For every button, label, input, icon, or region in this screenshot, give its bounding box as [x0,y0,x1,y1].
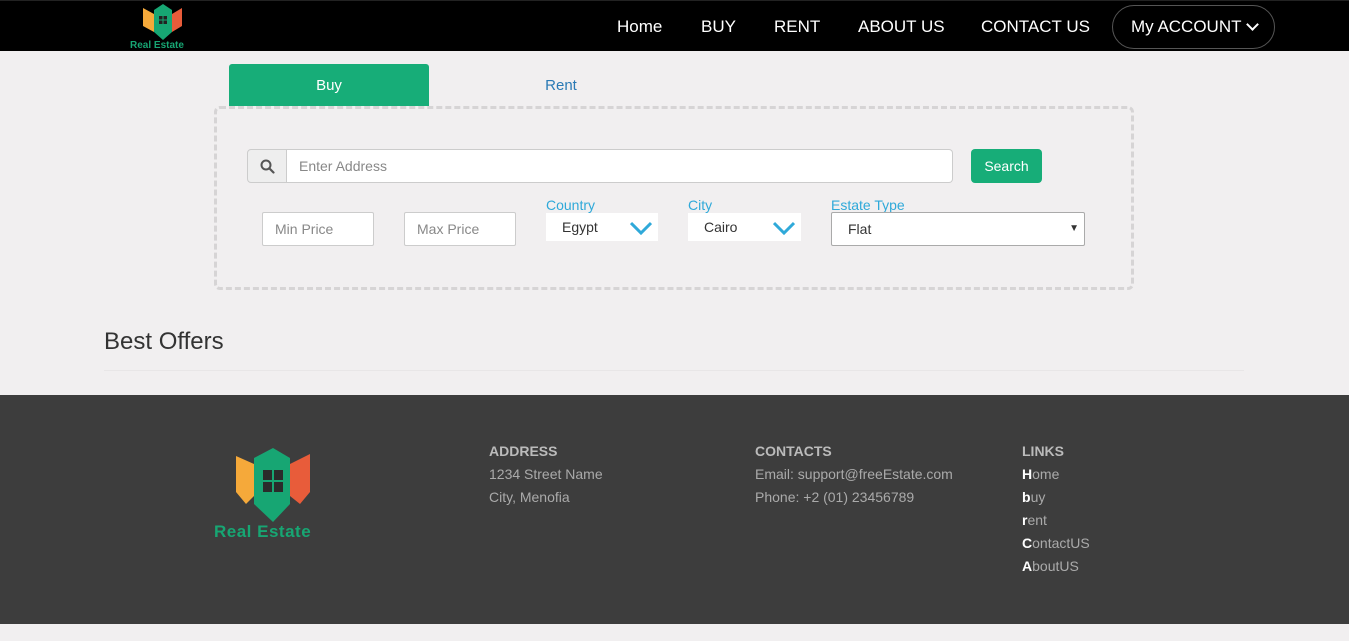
address-search-group [247,149,953,183]
nav-link-contact-us[interactable]: CONTACT US [981,17,1090,37]
estate-type-select[interactable]: Flat ▼ [831,212,1085,246]
search-panel [214,106,1134,290]
chevron-down-icon [773,221,795,235]
links-heading: LINKS [1022,443,1064,459]
caret-down-icon: ▼ [1069,223,1079,234]
contact-email: Email: support@freeEstate.com [755,466,953,482]
my-account-label: My ACCOUNT [1131,17,1242,36]
contact-phone: Phone: +2 (01) 23456789 [755,489,915,505]
footer-link-rent[interactable]: rent [1022,512,1047,528]
country-label: Country [546,197,596,213]
estate-type-label: Estate Type [831,197,905,213]
address-search-input[interactable] [287,149,953,183]
footer [0,395,1349,624]
address-line-1: 1234 Street Name [489,466,603,482]
address-heading: ADDRESS [489,443,558,459]
footer-link-home[interactable]: Home [1022,466,1059,482]
city-select[interactable]: Cairo [688,213,801,241]
tab-rent[interactable]: Rent [461,64,661,106]
min-price-input[interactable] [262,212,374,246]
chevron-down-icon [630,221,652,235]
footer-link-buy[interactable]: buy [1022,489,1045,505]
nav-link-rent[interactable]: RENT [774,17,820,37]
nav-link-home[interactable]: Home [617,17,662,37]
nav-link-about-us[interactable]: ABOUT US [858,17,945,37]
search-icon [247,149,287,183]
country-value: Egypt [562,219,598,235]
tab-buy[interactable]: Buy [229,64,429,106]
country-select[interactable]: Egypt [546,213,658,241]
footer-logo-text: Real Estate [214,522,312,541]
footer-link-contact-us[interactable]: ContactUS [1022,535,1090,551]
footer-link-about-us[interactable]: AboutUS [1022,558,1079,574]
logo-text: Real Estate [130,40,184,51]
nav-link-buy[interactable]: BUY [701,17,736,37]
contacts-heading: CONTACTS [755,443,832,459]
max-price-input[interactable] [404,212,516,246]
my-account-button[interactable]: My ACCOUNT [1112,5,1275,49]
best-offers-heading: Best Offers [104,328,224,355]
city-label: City [688,197,713,213]
address-line-2: City, Menofia [489,489,570,505]
city-value: Cairo [704,219,738,235]
search-button[interactable]: Search [971,149,1042,183]
estate-type-value: Flat [848,221,872,237]
logo-icon [236,448,310,522]
navbar: Real Estate Home BUY RENT ABOUT US CONTA… [0,0,1349,51]
divider [104,370,1244,371]
chevron-down-icon [1245,18,1259,31]
